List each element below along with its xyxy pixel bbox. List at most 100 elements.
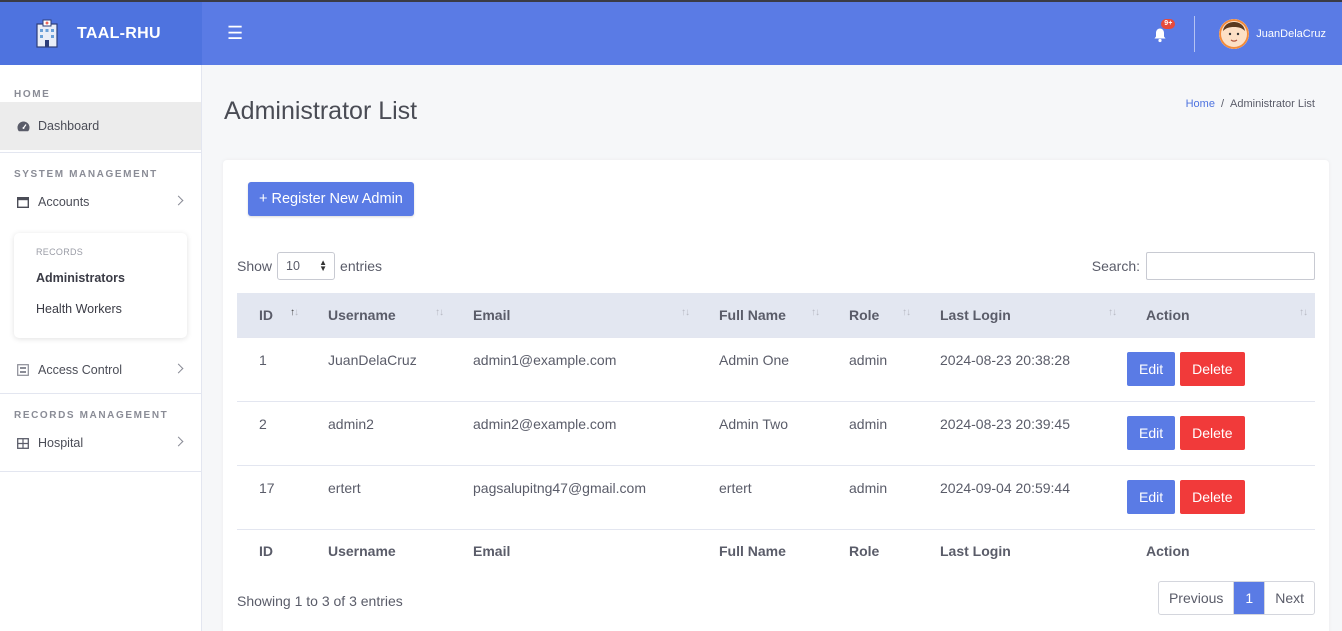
previous-page-button[interactable]: Previous: [1159, 582, 1235, 614]
page-1-button[interactable]: 1: [1234, 582, 1265, 614]
footer-header-email: Email: [451, 528, 697, 573]
brand[interactable]: TAAL-RHU: [0, 2, 202, 65]
column-header-email[interactable]: Email ↑↓: [451, 293, 697, 337]
cell-last-login: 2024-08-23 20:39:45: [918, 400, 1124, 465]
table-row: 2 admin2 admin2@example.com Admin Two ad…: [237, 400, 1315, 465]
cell-role: admin: [827, 336, 918, 401]
entries-select[interactable]: 10 ▲ ▼: [277, 252, 336, 280]
chevron-right-icon: [173, 195, 184, 206]
search-label: Search:: [1091, 258, 1140, 274]
table-footer-row: ID Username Email Full Name Role Last Lo…: [237, 528, 1315, 573]
top-bar: TAAL-RHU ☰ 9+ JuanDelaCruz: [0, 0, 1342, 65]
footer-header-last-login: Last Login: [918, 528, 1124, 573]
cell-action: Edit Delete: [1124, 400, 1315, 465]
cell-id: 17: [237, 464, 306, 529]
topbar-divider: [1194, 15, 1196, 52]
sort-icon: ↑↓: [435, 307, 444, 318]
cell-email: admin2@example.com: [451, 400, 697, 465]
submenu-item-health-workers[interactable]: Health Workers: [14, 302, 187, 316]
delete-button[interactable]: Delete: [1180, 480, 1245, 514]
navbar: ☰ 9+ JuanDelaCruz: [202, 2, 1342, 65]
table-info: Showing 1 to 3 of 3 entries: [237, 593, 403, 609]
admin-table: ID ↑↓ Username ↑↓ Email ↑↓ Full Name ↑↓ Role…: [237, 293, 1315, 573]
column-header-action[interactable]: Action ↑↓: [1124, 293, 1315, 337]
cell-email: pagsalupitng47@gmail.com: [451, 464, 697, 529]
search-input[interactable]: [1146, 252, 1315, 280]
entries-label: entries: [340, 258, 383, 274]
cell-id: 2: [237, 400, 306, 465]
sidebar-divider: [0, 471, 201, 472]
pagination: Previous 1 Next: [1157, 581, 1315, 615]
sidebar-item-dashboard[interactable]: Dashboard: [0, 102, 201, 150]
column-header-username[interactable]: Username ↑↓: [306, 293, 451, 337]
column-header-last-login[interactable]: Last Login ↑↓: [918, 293, 1124, 337]
access-control-icon: [16, 363, 30, 377]
sort-icon: ↑↓: [1108, 307, 1117, 318]
edit-button[interactable]: Edit: [1127, 480, 1176, 514]
table-row: 17 ertert pagsalupitng47@gmail.com erter…: [237, 464, 1315, 529]
cell-action: Edit Delete: [1124, 336, 1315, 401]
chevron-right-icon: [173, 436, 184, 447]
cell-username: JuanDelaCruz: [306, 336, 451, 401]
menu-toggle-icon[interactable]: ☰: [227, 23, 243, 44]
entries-select-value: 10: [286, 259, 300, 273]
cell-email: admin1@example.com: [451, 336, 697, 401]
table-search: Search:: [1092, 252, 1315, 280]
table-header-row: ID ↑↓ Username ↑↓ Email ↑↓ Full Name ↑↓ Role…: [237, 293, 1315, 337]
footer-header-role: Role: [827, 528, 918, 573]
column-header-full-name[interactable]: Full Name ↑↓: [697, 293, 827, 337]
cell-username: ertert: [306, 464, 451, 529]
edit-button[interactable]: Edit: [1127, 416, 1176, 450]
cell-last-login: 2024-09-04 20:59:44: [918, 464, 1124, 529]
breadcrumb-separator: /: [1220, 98, 1225, 110]
column-header-role[interactable]: Role ↑↓: [827, 293, 918, 337]
edit-button[interactable]: Edit: [1127, 352, 1176, 386]
delete-button[interactable]: Delete: [1180, 352, 1245, 386]
entries-length-control: Show 10 ▲ ▼ entries: [237, 252, 382, 280]
cell-id: 1: [237, 336, 306, 401]
notification-bell-icon[interactable]: 9+: [1152, 18, 1176, 44]
window-icon: [16, 195, 30, 209]
show-label: Show: [237, 258, 273, 274]
hospital-building-icon: [32, 19, 62, 49]
page-title: Administrator List: [224, 97, 418, 125]
sidebar-item-accounts[interactable]: Accounts: [0, 180, 201, 224]
sidebar-heading-system: SYSTEM MANAGEMENT: [14, 169, 158, 180]
delete-button[interactable]: Delete: [1180, 416, 1245, 450]
admin-list-card: + Register New Admin Show 10 ▲ ▼ entries …: [223, 160, 1329, 631]
accounts-submenu: RECORDS Administrators Health Workers: [14, 233, 187, 338]
sort-icon: ↑↓: [902, 307, 911, 318]
table-icon: [16, 436, 30, 450]
notification-badge: 9+: [1161, 18, 1176, 29]
sidebar-item-label: Access Control: [38, 363, 123, 377]
sidebar-item-label: Hospital: [38, 436, 84, 450]
sidebar-heading-home: HOME: [14, 89, 51, 100]
sidebar: HOME Dashboard SYSTEM MANAGEMENT Account…: [0, 65, 202, 631]
user-name[interactable]: JuanDelaCruz: [1256, 28, 1326, 40]
sidebar-heading-records: RECORDS MANAGEMENT: [14, 410, 169, 421]
cell-role: admin: [827, 464, 918, 529]
sidebar-item-label: Dashboard: [38, 119, 100, 133]
footer-header-id: ID: [237, 528, 306, 573]
footer-header-username: Username: [306, 528, 451, 573]
breadcrumb-home-link[interactable]: Home: [1186, 98, 1215, 110]
sidebar-item-hospital[interactable]: Hospital: [0, 421, 201, 465]
sort-icon: ↑↓: [1299, 307, 1308, 318]
sidebar-item-access-control[interactable]: Access Control: [0, 347, 201, 393]
sort-asc-icon: ↑↓: [290, 307, 299, 318]
sort-icon: ↑↓: [811, 307, 820, 318]
submenu-heading: RECORDS: [36, 247, 84, 257]
sort-icon: ↑↓: [681, 307, 690, 318]
cell-action: Edit Delete: [1124, 464, 1315, 529]
footer-header-full-name: Full Name: [697, 528, 827, 573]
register-new-admin-button[interactable]: + Register New Admin: [248, 182, 414, 216]
user-avatar[interactable]: [1219, 18, 1250, 49]
footer-header-action: Action: [1124, 528, 1315, 573]
cell-username: admin2: [306, 400, 451, 465]
next-page-button[interactable]: Next: [1264, 582, 1314, 614]
column-header-id[interactable]: ID ↑↓: [237, 293, 306, 337]
breadcrumb-current: Administrator List: [1230, 98, 1315, 110]
table-row: 1 JuanDelaCruz admin1@example.com Admin …: [237, 336, 1315, 401]
submenu-item-administrators[interactable]: Administrators: [14, 271, 187, 285]
dashboard-gauge-icon: [16, 119, 30, 133]
